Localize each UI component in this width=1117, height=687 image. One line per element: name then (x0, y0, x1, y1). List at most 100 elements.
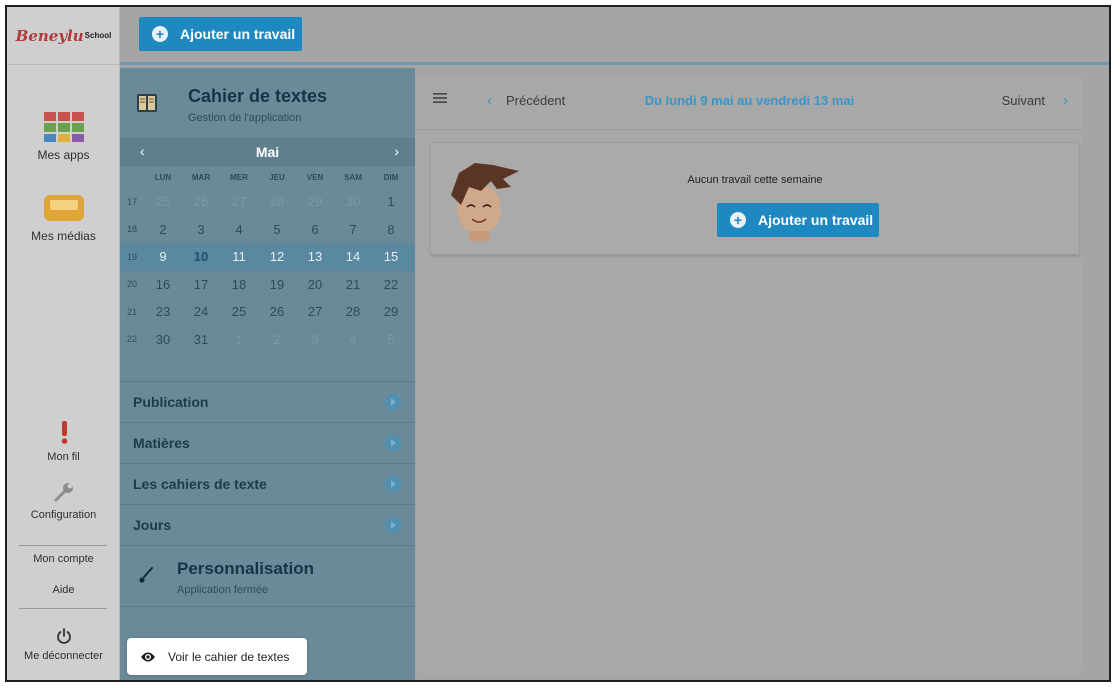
calendar-day[interactable]: 14 (334, 249, 372, 264)
weekday-label: MAR (191, 172, 211, 182)
calendar-day[interactable]: 27 (220, 194, 258, 209)
section-personnalisation[interactable]: Personnalisation Application fermée (120, 545, 415, 607)
weekday-label: SAM (344, 172, 362, 182)
calendar-day[interactable]: 27 (296, 304, 334, 319)
calendar-day[interactable]: 4 (220, 222, 258, 237)
nav-configuration[interactable]: Configuration (7, 481, 120, 521)
calendar-day[interactable]: 31 (182, 332, 220, 347)
apps-grid-icon (43, 112, 84, 142)
calendar-week-row[interactable]: 22 30 31 1 2 3 4 5 (120, 326, 415, 354)
calendar-week-row[interactable]: 20 16 17 18 19 20 21 22 (120, 271, 415, 299)
calendar-day[interactable]: 8 (372, 222, 410, 237)
calendar-day[interactable]: 23 (144, 304, 182, 319)
logo-sub: School (84, 31, 112, 40)
calendar-week-row[interactable]: 19 9 10 11 12 13 14 15 (120, 243, 415, 271)
section-label: Jours (133, 517, 172, 533)
section-jours[interactable]: Jours (120, 504, 415, 545)
calendar-day[interactable]: 22 (372, 277, 410, 292)
calendar-day[interactable]: 4 (334, 332, 372, 347)
calendar-week-row[interactable]: 21 23 24 25 26 27 28 29 (120, 298, 415, 326)
section-matieres[interactable]: Matières (120, 422, 415, 463)
empty-message: Aucun travail cette semaine (687, 174, 823, 186)
calendar-day[interactable]: 25 (220, 304, 258, 319)
view-notebook-button[interactable]: Voir le cahier de textes (127, 638, 307, 675)
calendar-day[interactable]: 28 (334, 304, 372, 319)
calendar-day[interactable]: 21 (334, 277, 372, 292)
weekday-label: DIM (383, 172, 399, 182)
calendar-day[interactable]: 19 (258, 277, 296, 292)
week-title: Du lundi 9 mai au vendredi 13 mai (644, 93, 855, 108)
calendar-day[interactable]: 1 (372, 194, 410, 209)
week-number: 19 (126, 251, 137, 262)
calendar-day[interactable]: 2 (144, 222, 182, 237)
nav-aide-label: Aide (52, 584, 75, 596)
calendar-day[interactable]: 6 (296, 222, 334, 237)
nav-mon-fil[interactable]: Mon fil (7, 421, 120, 463)
calendar-day[interactable]: 20 (296, 277, 334, 292)
calendar-day[interactable]: 26 (182, 194, 220, 209)
sidebar-divider (19, 545, 107, 546)
calendar-day[interactable]: 10 (182, 249, 220, 264)
calendar-day[interactable]: 12 (258, 249, 296, 264)
calendar-day[interactable]: 13 (296, 249, 334, 264)
weekday-label: MER (230, 172, 248, 182)
calendar-day[interactable]: 30 (334, 194, 372, 209)
nav-mon-compte[interactable]: Mon compte (7, 553, 120, 565)
view-notebook-label: Voir le cahier de textes (168, 649, 290, 664)
plus-circle-icon: + (152, 26, 168, 42)
calendar-month: Mai (255, 144, 280, 160)
calendar-day[interactable]: 2 (258, 332, 296, 347)
calendar-day[interactable]: 29 (372, 304, 410, 319)
boy-mascot-icon (451, 163, 519, 241)
media-tray-icon (43, 195, 84, 221)
calendar-day[interactable]: 28 (258, 194, 296, 209)
calendar-day[interactable]: 17 (182, 277, 220, 292)
calendar-day[interactable]: 3 (182, 222, 220, 237)
section-cahiers[interactable]: Les cahiers de texte (120, 463, 415, 504)
empty-week-card: Aucun travail cette semaine + Ajouter un… (430, 142, 1080, 255)
calendar-week-row[interactable]: 17 25 26 27 28 29 30 1 (120, 188, 415, 216)
chevron-right-icon[interactable]: › (394, 143, 399, 159)
next-week-button[interactable]: Suivant › (1002, 92, 1068, 109)
week-number: 17 (126, 196, 137, 207)
next-week-label: Suivant (1001, 93, 1045, 108)
calendar-day[interactable]: 5 (258, 222, 296, 237)
add-work-button[interactable]: + Ajouter un travail (717, 203, 879, 237)
nav-mes-medias[interactable]: Mes médias (7, 193, 120, 243)
calendar-day[interactable]: 29 (296, 194, 334, 209)
panel-header: Cahier de textes Gestion de l'applicatio… (120, 68, 415, 138)
calendar-day[interactable]: 5 (372, 332, 410, 347)
weekday-label: JEU (269, 172, 285, 182)
wrench-icon (54, 483, 73, 502)
plus-circle-icon: + (730, 212, 746, 228)
nav-mes-apps-label: Mes apps (37, 148, 90, 162)
beneylu-logo[interactable]: Beneylu School (7, 7, 120, 65)
weekday-label: VEN (306, 172, 324, 182)
nav-configuration-label: Configuration (30, 509, 97, 521)
week-navigation: ‹ Précédent Du lundi 9 mai au vendredi 1… (417, 74, 1082, 130)
add-work-button-top[interactable]: + Ajouter un travail (139, 17, 302, 51)
calendar-day[interactable]: 25 (144, 194, 182, 209)
calendar-day[interactable]: 1 (220, 332, 258, 347)
calendar-day[interactable]: 11 (220, 249, 258, 264)
calendar-day[interactable]: 30 (144, 332, 182, 347)
calendar-day[interactable]: 3 (296, 332, 334, 347)
calendar-day[interactable]: 15 (372, 249, 410, 264)
nav-mes-apps[interactable]: Mes apps (7, 112, 120, 162)
week-number: 20 (126, 279, 137, 290)
calendar-day[interactable]: 24 (182, 304, 220, 319)
nav-logout[interactable]: Me déconnecter (7, 628, 120, 662)
calendar-day[interactable]: 7 (334, 222, 372, 237)
chevron-circle-icon (385, 517, 401, 533)
eye-icon (141, 652, 155, 661)
nav-aide[interactable]: Aide (7, 584, 120, 596)
calendar-day[interactable]: 16 (144, 277, 182, 292)
calendar-day[interactable]: 26 (258, 304, 296, 319)
section-publication[interactable]: Publication (120, 381, 415, 422)
personnalisation-title: Personnalisation (177, 559, 314, 578)
chevron-right-icon: › (1063, 92, 1068, 109)
calendar-week-row[interactable]: 18 2 3 4 5 6 7 8 (120, 216, 415, 244)
app-window: Beneylu School Mes apps Mes médias Mon fi… (5, 5, 1111, 682)
calendar-day[interactable]: 18 (220, 277, 258, 292)
calendar-day[interactable]: 9 (144, 249, 182, 264)
